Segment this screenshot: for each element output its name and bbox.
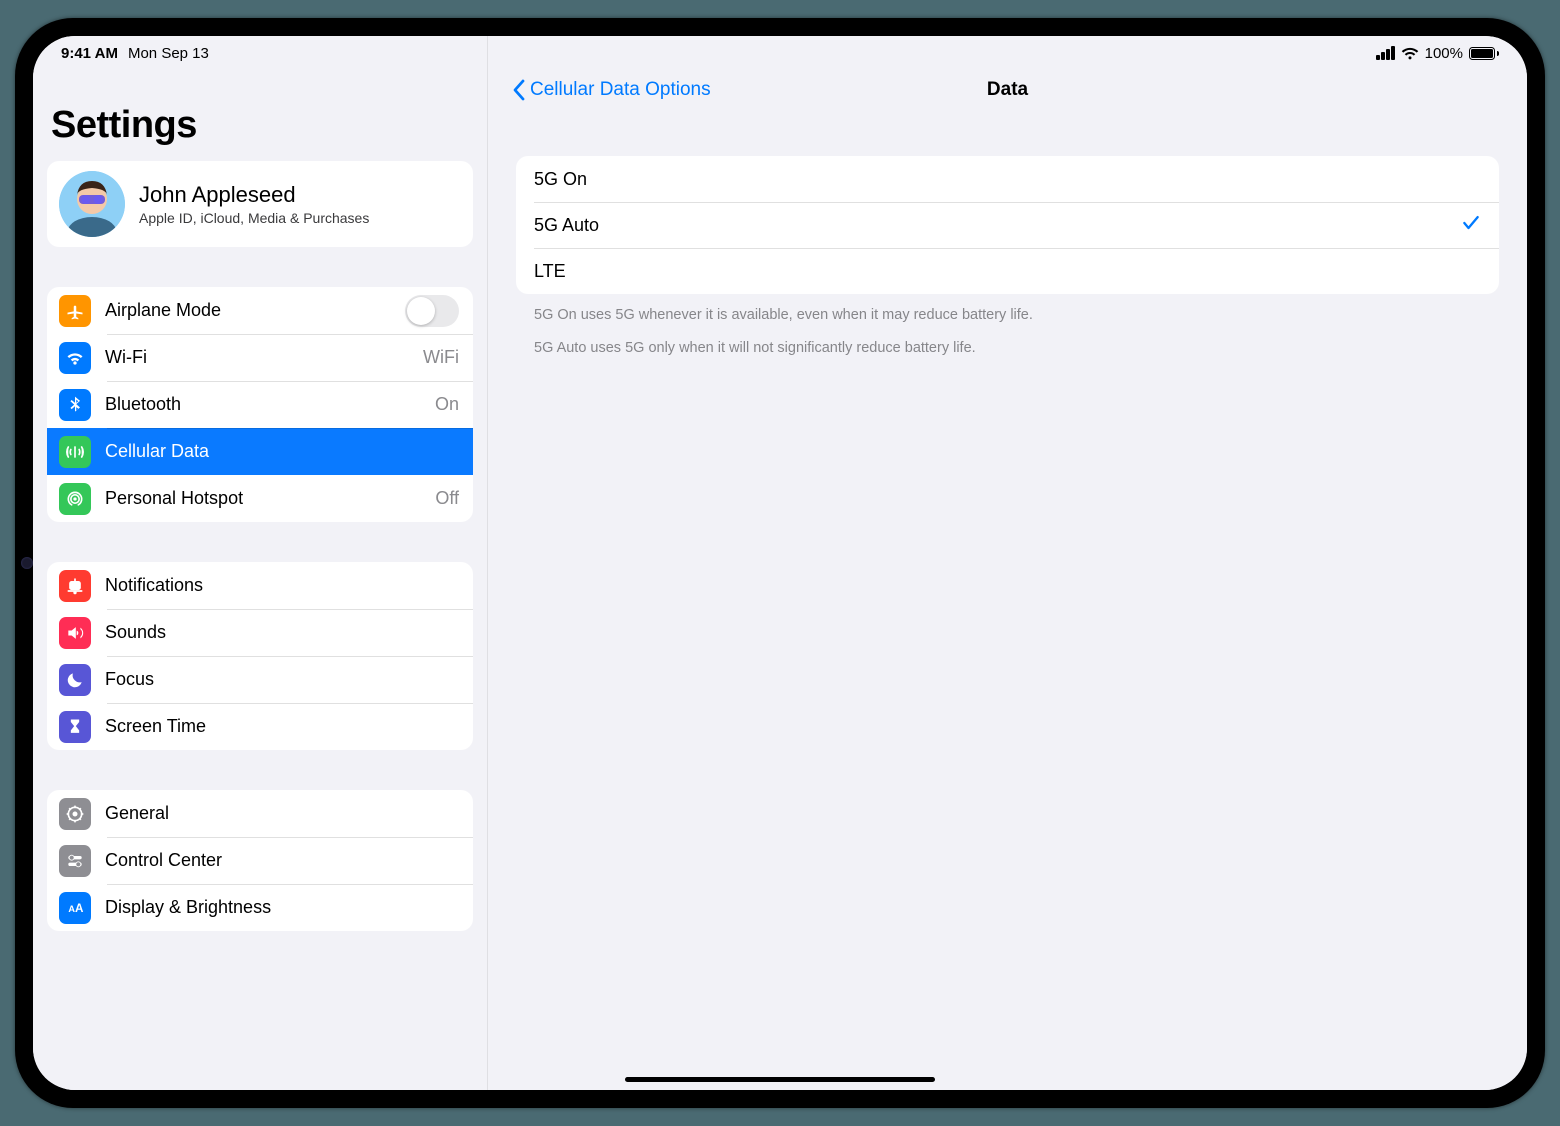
bell-icon [59, 570, 91, 602]
battery-icon [1469, 47, 1499, 60]
settings-sidebar: Settings John [33, 36, 488, 1090]
status-bar: 9:41 AM Mon Sep 13 100% [33, 36, 1527, 66]
sidebar-item-value: On [435, 394, 459, 415]
svg-text:A: A [75, 902, 84, 915]
back-button[interactable]: Cellular Data Options [512, 79, 711, 101]
sidebar-item-value: WiFi [423, 347, 459, 368]
bluetooth-icon [59, 389, 91, 421]
sidebar-item-label: Control Center [105, 850, 459, 871]
option-5g-on[interactable]: 5G On [516, 156, 1499, 202]
option-label: LTE [534, 261, 1481, 282]
moon-icon [59, 664, 91, 696]
option-5g-auto[interactable]: 5G Auto [516, 202, 1499, 248]
airplane-toggle[interactable] [405, 295, 459, 327]
sidebar-item-label: Wi-Fi [105, 347, 409, 368]
hotspot-icon [59, 483, 91, 515]
sidebar-item-value: Off [435, 488, 459, 509]
footer-text: 5G On uses 5G whenever it is available, … [516, 294, 1499, 360]
sidebar-item-bluetooth[interactable]: Bluetooth On [47, 381, 473, 428]
sidebar-item-label: Focus [105, 669, 459, 690]
chevron-left-icon [512, 79, 526, 101]
hourglass-icon [59, 711, 91, 743]
apple-id-card[interactable]: John Appleseed Apple ID, iCloud, Media &… [47, 161, 473, 247]
sidebar-item-hotspot[interactable]: Personal Hotspot Off [47, 475, 473, 522]
screen: 9:41 AM Mon Sep 13 100% Settings [33, 36, 1527, 1090]
detail-title: Data [987, 79, 1028, 101]
sidebar-item-label: Bluetooth [105, 394, 421, 415]
footer-line: 5G On uses 5G whenever it is available, … [534, 304, 1481, 327]
detail-header: Cellular Data Options Data [488, 68, 1527, 112]
profile-name: John Appleseed [139, 182, 369, 208]
ipad-frame: 9:41 AM Mon Sep 13 100% Settings [15, 18, 1545, 1108]
status-time: 9:41 AM [61, 45, 118, 62]
home-indicator[interactable] [625, 1077, 935, 1082]
checkmark-icon [1461, 213, 1481, 238]
sidebar-item-notifications[interactable]: Notifications [47, 562, 473, 609]
page-title: Settings [47, 84, 473, 161]
back-label: Cellular Data Options [530, 79, 711, 101]
detail-pane: Cellular Data Options Data 5G On 5G Auto L… [488, 36, 1527, 1090]
gear-icon [59, 798, 91, 830]
sidebar-group-connectivity: Airplane Mode Wi-Fi WiFi Bluetooth On Cellula… [47, 287, 473, 522]
sidebar-item-controlcenter[interactable]: Control Center [47, 837, 473, 884]
sidebar-item-general[interactable]: General [47, 790, 473, 837]
option-lte[interactable]: LTE [516, 248, 1499, 294]
option-label: 5G Auto [534, 215, 1461, 236]
sidebar-item-label: Airplane Mode [105, 300, 391, 321]
profile-subtitle: Apple ID, iCloud, Media & Purchases [139, 210, 369, 226]
status-date: Mon Sep 13 [128, 45, 209, 62]
switches-icon [59, 845, 91, 877]
cellular-icon [59, 436, 91, 468]
wifi-icon [1401, 46, 1419, 60]
airplane-icon [59, 295, 91, 327]
data-options-group: 5G On 5G Auto LTE [516, 156, 1499, 294]
sidebar-item-label: Screen Time [105, 716, 459, 737]
wifi-icon [59, 342, 91, 374]
battery-percentage: 100% [1425, 45, 1463, 62]
sidebar-item-display[interactable]: AA Display & Brightness [47, 884, 473, 931]
aa-icon: AA [59, 892, 91, 924]
sidebar-item-label: Notifications [105, 575, 459, 596]
sidebar-item-wifi[interactable]: Wi-Fi WiFi [47, 334, 473, 381]
sidebar-item-sounds[interactable]: Sounds [47, 609, 473, 656]
sidebar-item-airplane[interactable]: Airplane Mode [47, 287, 473, 334]
sidebar-item-label: Sounds [105, 622, 459, 643]
option-label: 5G On [534, 169, 1481, 190]
footer-line: 5G Auto uses 5G only when it will not si… [534, 337, 1481, 360]
sidebar-item-cellular[interactable]: Cellular Data [47, 428, 473, 475]
speaker-icon [59, 617, 91, 649]
sidebar-item-label: Cellular Data [105, 441, 459, 462]
sidebar-item-focus[interactable]: Focus [47, 656, 473, 703]
sidebar-group-general: General Control Center AA Display & Brightn… [47, 790, 473, 931]
sidebar-item-screentime[interactable]: Screen Time [47, 703, 473, 750]
sidebar-item-label: Personal Hotspot [105, 488, 421, 509]
sidebar-item-label: Display & Brightness [105, 897, 459, 918]
sidebar-group-notifications: Notifications Sounds Focus Screen Time [47, 562, 473, 750]
sidebar-item-label: General [105, 803, 459, 824]
avatar [59, 171, 125, 237]
front-camera [21, 557, 33, 569]
cellular-signal-icon [1376, 46, 1395, 60]
